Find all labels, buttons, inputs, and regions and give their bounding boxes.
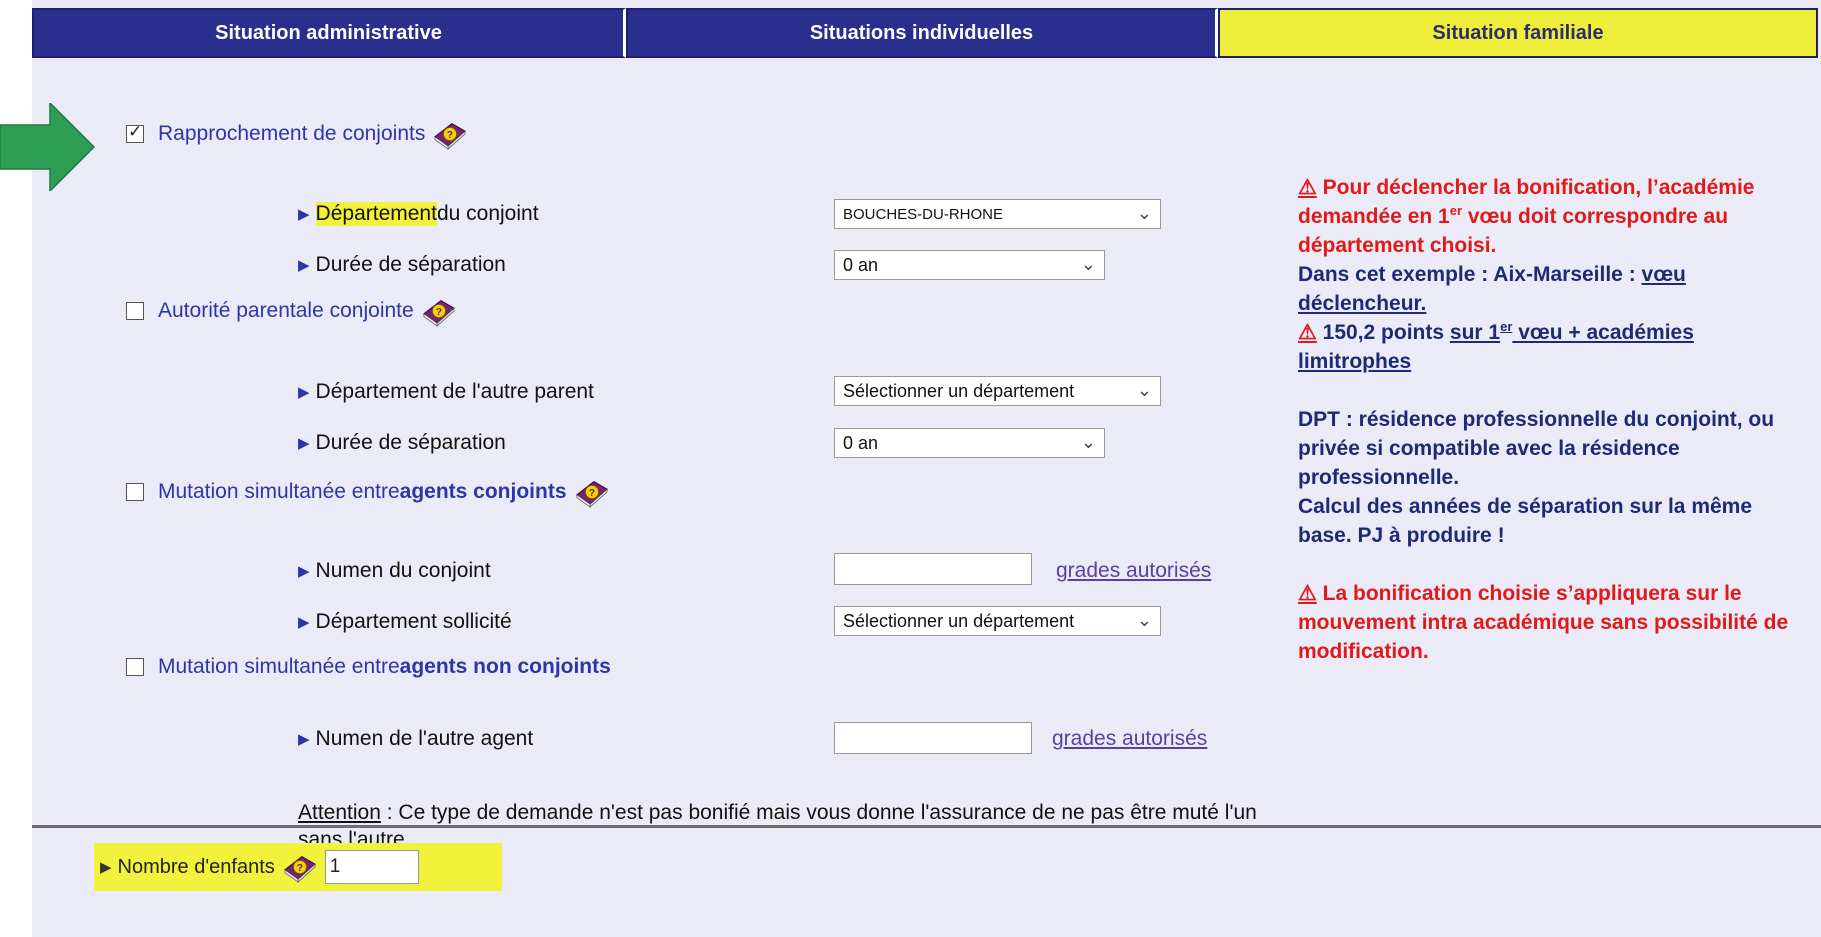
- mutation-non-conjoints-label-bold: agents non conjoints: [399, 655, 611, 678]
- triangle-bullet-icon: ▶: [298, 614, 310, 631]
- dept-autre-parent-row: ▶ Département de l'autre parent: [298, 380, 594, 404]
- dept-sollicite-label: Département sollicité: [315, 610, 512, 633]
- grades-autorises-link-1[interactable]: grades autorisés: [1056, 559, 1211, 583]
- warning-icon: ⚠: [1298, 321, 1317, 344]
- green-arrow-icon: [0, 103, 96, 191]
- duree-row-2: ▶ Durée de séparation: [298, 431, 506, 455]
- note-intra: ⚠ La bonification choisie s’appliquera s…: [1298, 579, 1798, 666]
- dept-sollicite-select[interactable]: Sélectionner un département ⌄: [834, 606, 1161, 636]
- attention-word: Attention: [298, 801, 381, 824]
- mutation-non-conjoints-row: Mutation simultanée entre agents non con…: [126, 655, 611, 679]
- note-dpt: DPT : résidence professionnelle du conjo…: [1298, 408, 1775, 489]
- autorite-label: Autorité parentale conjointe: [158, 299, 414, 322]
- duree-label-2: Durée de séparation: [315, 431, 506, 454]
- help-book-icon[interactable]: [281, 851, 319, 883]
- triangle-bullet-icon: ▶: [100, 859, 112, 876]
- chevron-down-icon: ⌄: [1080, 432, 1096, 452]
- triangle-bullet-icon: ▶: [298, 435, 310, 452]
- numen-autre-agent-label: Numen de l'autre agent: [315, 727, 534, 750]
- mutation-conjoints-row: Mutation simultanée entre agents conjoin…: [126, 476, 611, 508]
- dept-autre-parent-select[interactable]: Sélectionner un département ⌄: [834, 376, 1161, 406]
- duree-label-1: Durée de séparation: [315, 253, 506, 276]
- numen-conjoint-label: Numen du conjoint: [315, 559, 491, 582]
- triangle-bullet-icon: ▶: [298, 563, 310, 580]
- nombre-enfants-input[interactable]: 1: [324, 850, 419, 884]
- warning-icon: ⚠: [1298, 582, 1317, 605]
- mutation-non-conjoints-checkbox[interactable]: [126, 658, 144, 676]
- note-2-text: Dans cet exemple : Aix-Marseille :: [1298, 263, 1642, 286]
- dept-autre-parent-label: Département de l'autre parent: [315, 380, 594, 403]
- rapprochement-checkbox[interactable]: [126, 122, 144, 143]
- duree-row-1: ▶ Durée de séparation: [298, 253, 506, 277]
- nombre-enfants-label: Nombre d'enfants: [117, 855, 275, 878]
- chevron-down-icon: ⌄: [1136, 380, 1152, 400]
- grades-autorises-link-2[interactable]: grades autorisés: [1052, 727, 1207, 751]
- chevron-down-icon: ⌄: [1136, 203, 1152, 223]
- numen-conjoint-input[interactable]: [834, 553, 1032, 585]
- warning-icon: ⚠: [1298, 176, 1317, 199]
- tab-situation-familiale[interactable]: Situation familiale: [1218, 8, 1818, 58]
- tab-situations-individuelles[interactable]: Situations individuelles: [626, 8, 1218, 58]
- tab-situation-administrative[interactable]: Situation administrative: [32, 8, 626, 58]
- autorite-row: Autorité parentale conjointe: [126, 295, 458, 327]
- duree-value-2: 0 an: [843, 432, 879, 453]
- side-notes: ⚠ Pour déclencher la bonification, l’aca…: [1298, 173, 1798, 666]
- note-3-underlined: sur 1: [1449, 321, 1501, 344]
- chevron-down-icon: ⌄: [1136, 610, 1152, 630]
- numen-autre-agent-row: ▶ Numen de l'autre agent: [298, 727, 533, 751]
- numen-autre-agent-input[interactable]: [834, 722, 1032, 754]
- help-book-icon[interactable]: [431, 118, 469, 150]
- dept-conjoint-value: BOUCHES-DU-RHONE: [843, 205, 1004, 223]
- help-book-icon[interactable]: [420, 295, 458, 327]
- dept-autre-parent-value: Sélectionner un département: [843, 380, 1075, 401]
- triangle-bullet-icon: ▶: [298, 206, 310, 223]
- dept-conjoint-label: du conjoint: [436, 202, 539, 225]
- nombre-enfants-row: ▶ Nombre d'enfants 1: [94, 843, 502, 891]
- note-bonification: ⚠ Pour déclencher la bonification, l’aca…: [1298, 173, 1798, 260]
- triangle-bullet-icon: ▶: [298, 257, 310, 274]
- note-3-text: 150,2 points: [1322, 321, 1450, 344]
- triangle-bullet-icon: ▶: [298, 384, 310, 401]
- duree-select-1[interactable]: 0 an ⌄: [834, 250, 1105, 280]
- duree-select-2[interactable]: 0 an ⌄: [834, 428, 1105, 458]
- numen-conjoint-row: ▶ Numen du conjoint: [298, 559, 491, 583]
- mutation-conjoints-label-bold: agents conjoints: [399, 480, 567, 503]
- mutation-non-conjoints-label: Mutation simultanée entre: [158, 655, 400, 678]
- help-book-icon[interactable]: [573, 476, 611, 508]
- dept-conjoint-select[interactable]: BOUCHES-DU-RHONE ⌄: [834, 199, 1161, 229]
- chevron-down-icon: ⌄: [1080, 254, 1096, 274]
- dept-conjoint-label-highlight: Département: [315, 202, 437, 226]
- rapprochement-label: Rapprochement de conjoints: [158, 122, 426, 145]
- mutation-conjoints-checkbox[interactable]: [126, 483, 144, 501]
- dept-sollicite-value: Sélectionner un département: [843, 610, 1075, 631]
- mutation-conjoints-label: Mutation simultanée entre: [158, 480, 400, 503]
- duree-value-1: 0 an: [843, 254, 879, 275]
- note-3-sup: er: [1500, 319, 1513, 334]
- dept-sollicite-row: ▶ Département sollicité: [298, 610, 512, 634]
- autorite-checkbox[interactable]: [126, 302, 144, 320]
- note-6-text: La bonification choisie s’appliquera sur…: [1298, 582, 1789, 663]
- note-exemple: Dans cet exemple : Aix-Marseille : vœu d…: [1298, 260, 1798, 318]
- note-calcul: Calcul des années de séparation sur la m…: [1298, 495, 1753, 547]
- rapprochement-row: Rapprochement de conjoints: [126, 118, 469, 150]
- dept-conjoint-row: ▶ Département du conjoint: [298, 202, 539, 226]
- section-divider: [32, 825, 1821, 828]
- triangle-bullet-icon: ▶: [298, 731, 310, 748]
- note-points: ⚠ 150,2 points sur 1er vœu + académies l…: [1298, 318, 1798, 376]
- note-1-sup: er: [1449, 203, 1463, 218]
- tab-bar: Situation administrative Situations indi…: [32, 8, 1818, 58]
